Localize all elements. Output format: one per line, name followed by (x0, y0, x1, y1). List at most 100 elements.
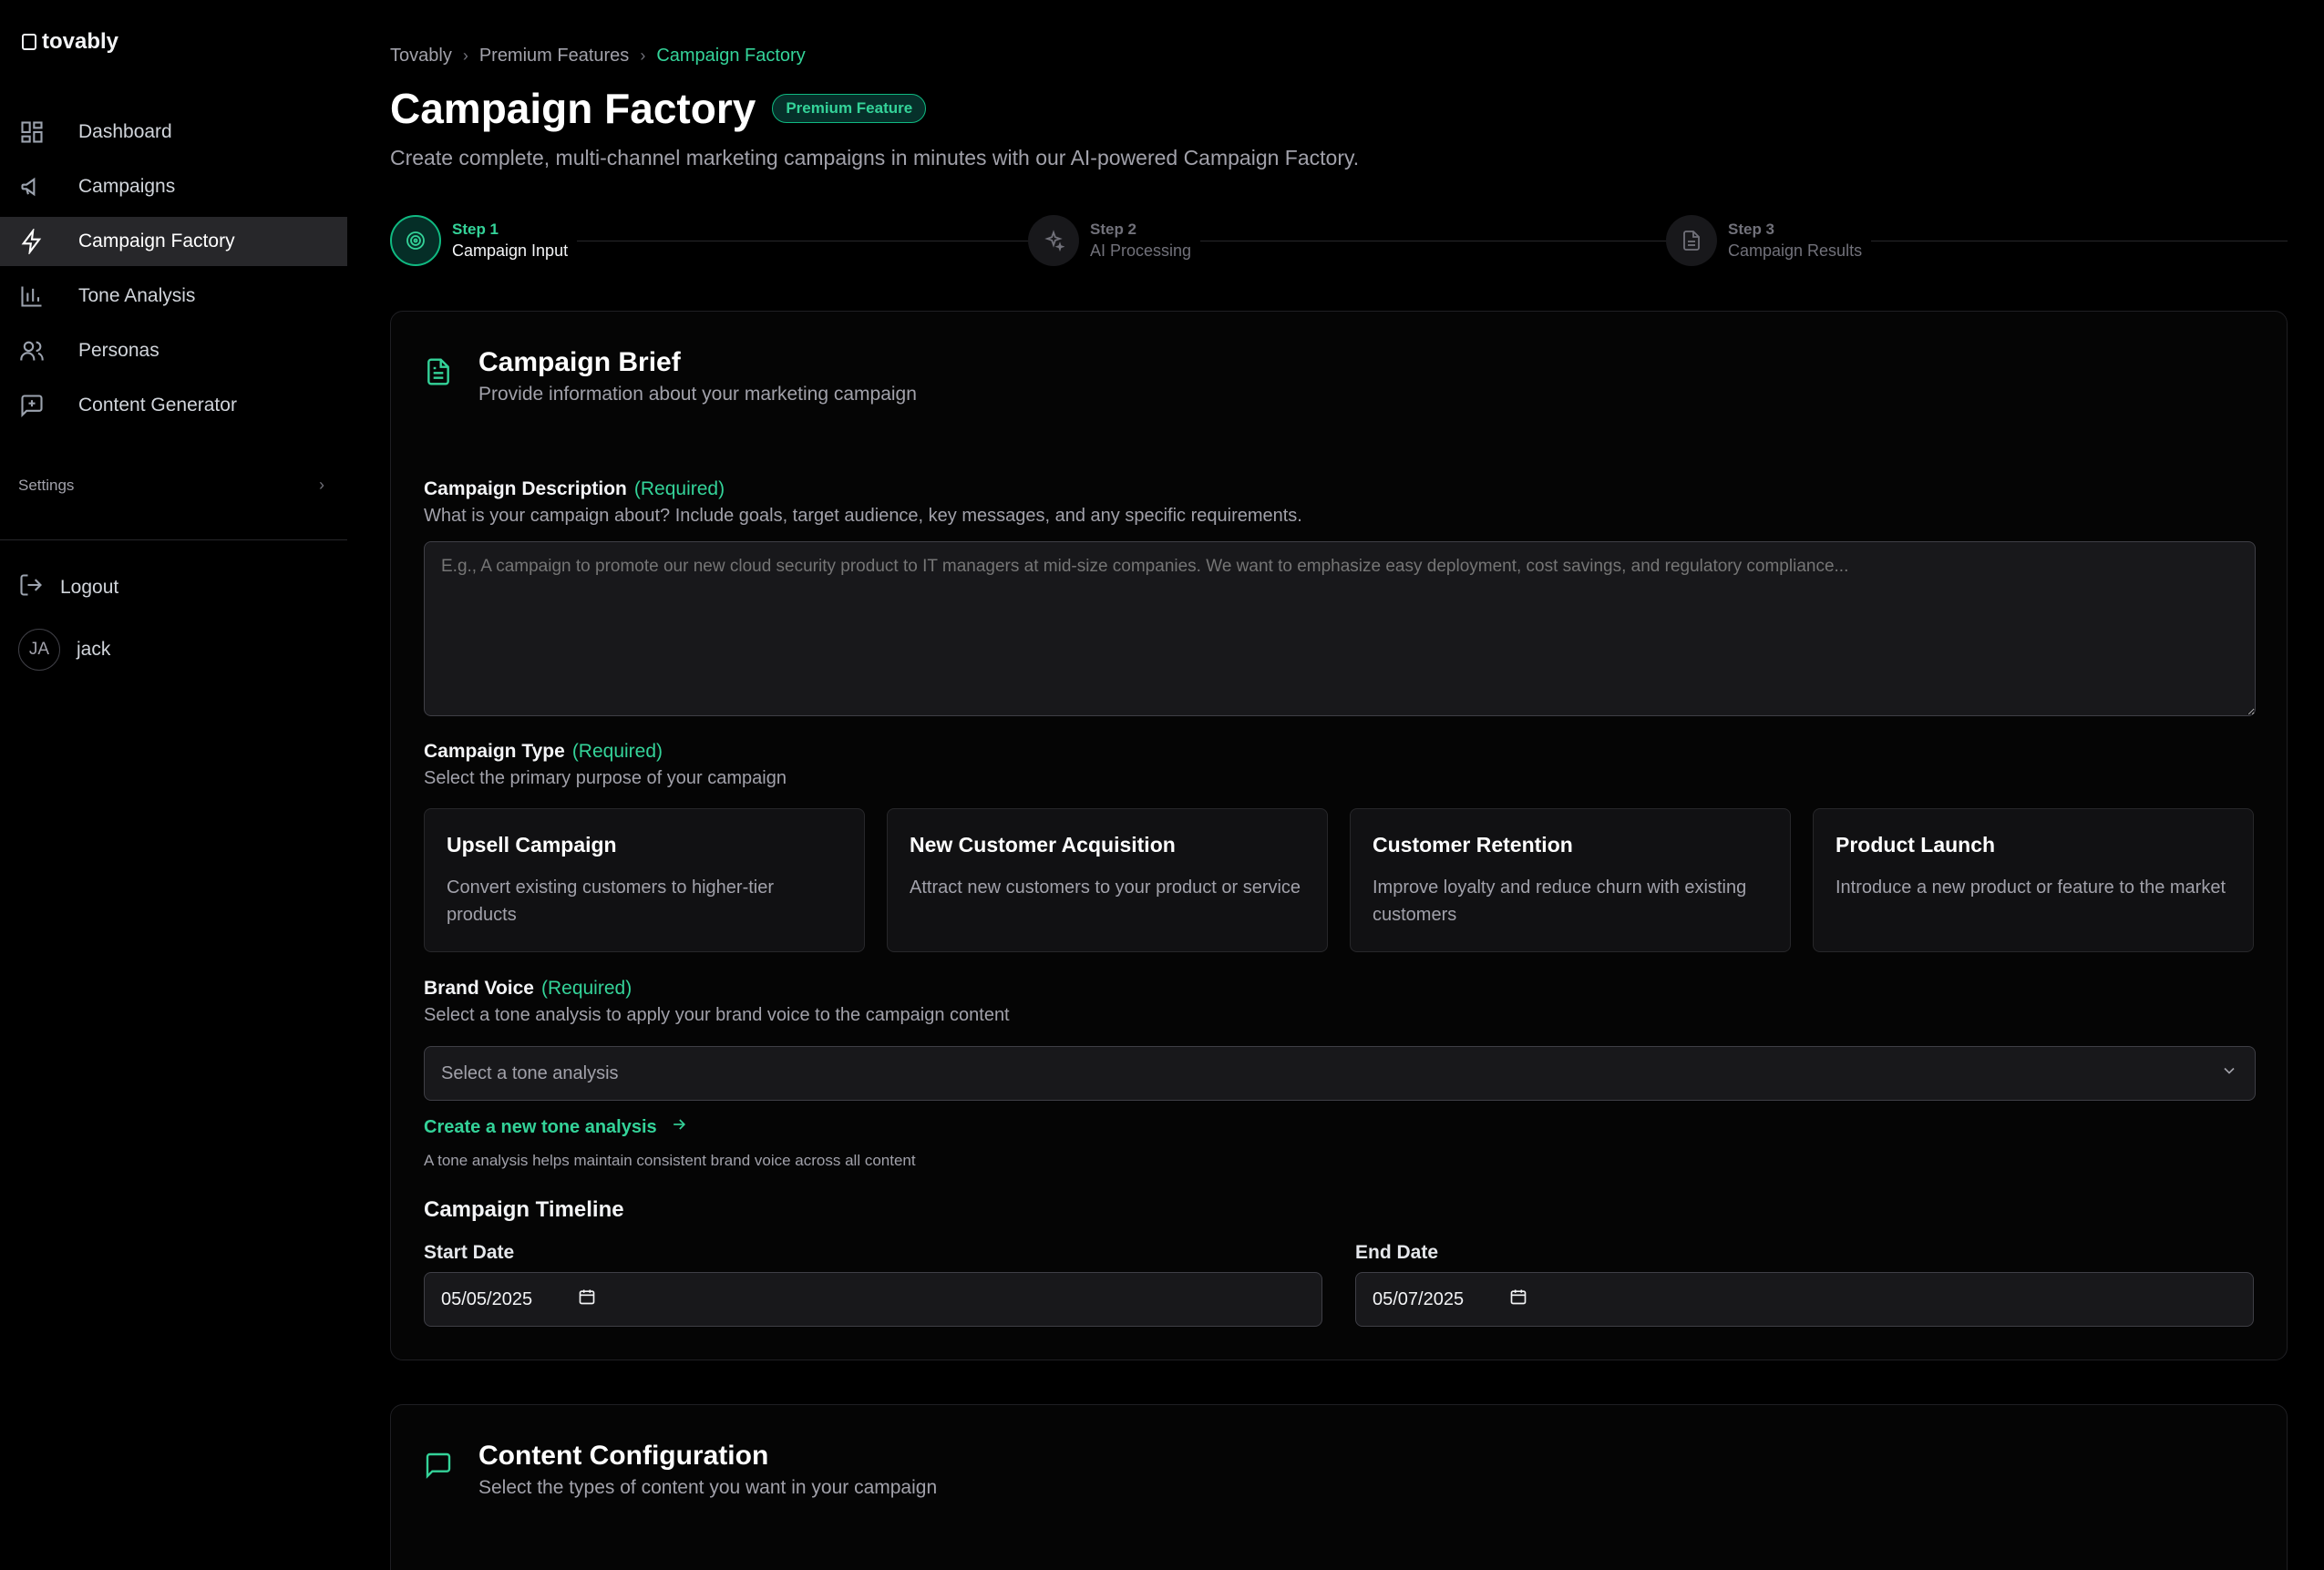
logout-button[interactable]: Logout (18, 572, 118, 603)
avatar: JA (18, 629, 60, 671)
step-name: AI Processing (1090, 241, 1192, 260)
step-label: Step 1 (452, 221, 499, 238)
end-date-label: End Date (1355, 1242, 1439, 1263)
step-1[interactable]: Step 1 Campaign Input (390, 215, 578, 266)
type-title: New Customer Acquisition (910, 833, 1176, 857)
page-title: Campaign Factory (390, 85, 756, 132)
sidebar-item-content-generator[interactable]: Content Generator (0, 381, 347, 430)
breadcrumb-link-premium[interactable]: Premium Features (479, 46, 630, 67)
sidebar-item-label: Tone Analysis (78, 285, 196, 306)
step-3[interactable]: Step 3 Campaign Results (1666, 215, 1872, 266)
campaign-type-retention[interactable]: Customer Retention Improve loyalty and r… (1350, 808, 1791, 952)
required-tag: (Required) (633, 478, 725, 499)
campaign-type-options: Upsell Campaign Convert existing custome… (424, 808, 2254, 952)
settings-toggle[interactable]: Settings › (18, 476, 324, 495)
type-title: Customer Retention (1373, 833, 1573, 857)
field-label-text: Campaign Description (424, 478, 627, 499)
app-logo[interactable]: tovably (22, 29, 118, 55)
sidebar-item-label: Campaign Factory (78, 231, 235, 251)
start-date-input[interactable]: 05/05/2025 (424, 1272, 1322, 1327)
date-value: 05/07/2025 (1373, 1288, 1465, 1309)
campaign-type-label: Campaign Type (Required) (424, 741, 663, 763)
sidebar-item-label: Personas (78, 340, 159, 361)
campaign-type-product-launch[interactable]: Product Launch Introduce a new product o… (1813, 808, 2254, 952)
step-2[interactable]: Step 2 AI Processing (1028, 215, 1201, 266)
bolt-icon (18, 228, 46, 255)
field-label-text: Campaign Type (424, 741, 565, 762)
sidebar-item-campaigns[interactable]: Campaigns (0, 162, 347, 211)
campaign-description-label: Campaign Description (Required) (424, 478, 725, 500)
card-description: Select the types of content you want in … (478, 1477, 938, 1498)
card-heading: Content Configuration Select the types o… (478, 1438, 937, 1502)
card-header: Campaign Brief Provide information about… (424, 344, 917, 408)
type-description: Attract new customers to your product or… (910, 877, 1301, 898)
users-icon (18, 337, 46, 364)
card-title: Campaign Brief (478, 347, 681, 377)
user-name: jack (77, 639, 111, 660)
sidebar: tovably Dashboard Campaigns Campaign Fac… (0, 0, 347, 1570)
sidebar-item-label: Dashboard (78, 121, 172, 142)
end-date-input[interactable]: 05/07/2025 (1355, 1272, 2254, 1327)
logo-text: tovably (42, 29, 119, 54)
step-text: Step 2 AI Processing (1090, 220, 1191, 262)
type-description: Improve loyalty and reduce churn with ex… (1373, 877, 1747, 925)
tone-analysis-note: A tone analysis helps maintain consisten… (424, 1152, 916, 1169)
breadcrumb: Tovably › Premium Features › Campaign Fa… (390, 46, 806, 67)
chevron-down-icon (2220, 1062, 2238, 1085)
campaign-description-input[interactable] (424, 541, 2256, 716)
step-text: Step 1 Campaign Input (452, 220, 568, 262)
sidebar-item-label: Campaigns (78, 176, 176, 197)
premium-badge: Premium Feature (772, 94, 927, 123)
campaign-type-upsell[interactable]: Upsell Campaign Convert existing custome… (424, 808, 865, 952)
target-icon (390, 215, 441, 266)
brand-voice-help: Select a tone analysis to apply your bra… (424, 1005, 1010, 1025)
step-text: Step 3 Campaign Results (1728, 220, 1862, 262)
step-name: Campaign Results (1728, 241, 1863, 260)
page-subtitle: Create complete, multi-channel marketing… (390, 146, 1360, 169)
tone-analysis-select[interactable]: Select a tone analysis (424, 1046, 2256, 1101)
logout-label: Logout (60, 577, 119, 598)
megaphone-icon (18, 173, 46, 200)
logo-icon (22, 34, 36, 50)
brand-voice-label: Brand Voice (Required) (424, 978, 632, 1000)
card-heading: Campaign Brief Provide information about… (478, 344, 917, 408)
stepper: Step 1 Campaign Input Step 2 AI Processi… (390, 215, 2288, 270)
campaign-description-help: What is your campaign about? Include goa… (424, 506, 1302, 526)
field-label-text: Brand Voice (424, 978, 534, 999)
sidebar-item-label: Content Generator (78, 395, 237, 416)
document-icon (424, 344, 453, 391)
sidebar-nav: Dashboard Campaigns Campaign Factory Ton… (0, 108, 347, 436)
link-text: Create a new tone analysis (424, 1116, 657, 1137)
step-name: Campaign Input (452, 241, 569, 260)
sidebar-item-campaign-factory[interactable]: Campaign Factory (0, 217, 347, 266)
step-label: Step 3 (1728, 221, 1775, 238)
type-description: Introduce a new product or feature to th… (1836, 877, 2226, 898)
breadcrumb-current: Campaign Factory (656, 46, 806, 66)
type-description: Convert existing customers to higher-tie… (447, 877, 775, 925)
chevron-right-icon: › (640, 46, 646, 65)
logout-icon (18, 572, 44, 603)
calendar-icon[interactable] (1509, 1288, 1527, 1311)
user-profile[interactable]: JA jack (18, 629, 110, 671)
create-tone-analysis-link[interactable]: Create a new tone analysis (424, 1115, 688, 1139)
sidebar-item-personas[interactable]: Personas (0, 326, 347, 375)
type-title: Product Launch (1836, 833, 1996, 857)
grid-icon (18, 118, 46, 146)
card-header: Content Configuration Select the types o… (424, 1438, 937, 1502)
calendar-icon[interactable] (578, 1288, 596, 1311)
campaign-type-acquisition[interactable]: New Customer Acquisition Attract new cus… (887, 808, 1328, 952)
message-plus-icon (18, 392, 46, 419)
sidebar-item-dashboard[interactable]: Dashboard (0, 108, 347, 157)
required-tag: (Required) (571, 741, 663, 762)
breadcrumb-link-tovably[interactable]: Tovably (390, 46, 452, 67)
content-configuration-card: Content Configuration Select the types o… (390, 1404, 2288, 1570)
sidebar-item-tone-analysis[interactable]: Tone Analysis (0, 272, 347, 321)
sparkles-icon (1028, 215, 1079, 266)
campaign-brief-card: Campaign Brief Provide information about… (390, 311, 2288, 1360)
campaign-type-help: Select the primary purpose of your campa… (424, 768, 787, 788)
settings-label: Settings (18, 476, 75, 494)
date-value: 05/05/2025 (441, 1288, 533, 1309)
card-title: Content Configuration (478, 1441, 769, 1471)
card-description: Provide information about your marketing… (478, 384, 917, 405)
chevron-right-icon: › (319, 476, 324, 494)
